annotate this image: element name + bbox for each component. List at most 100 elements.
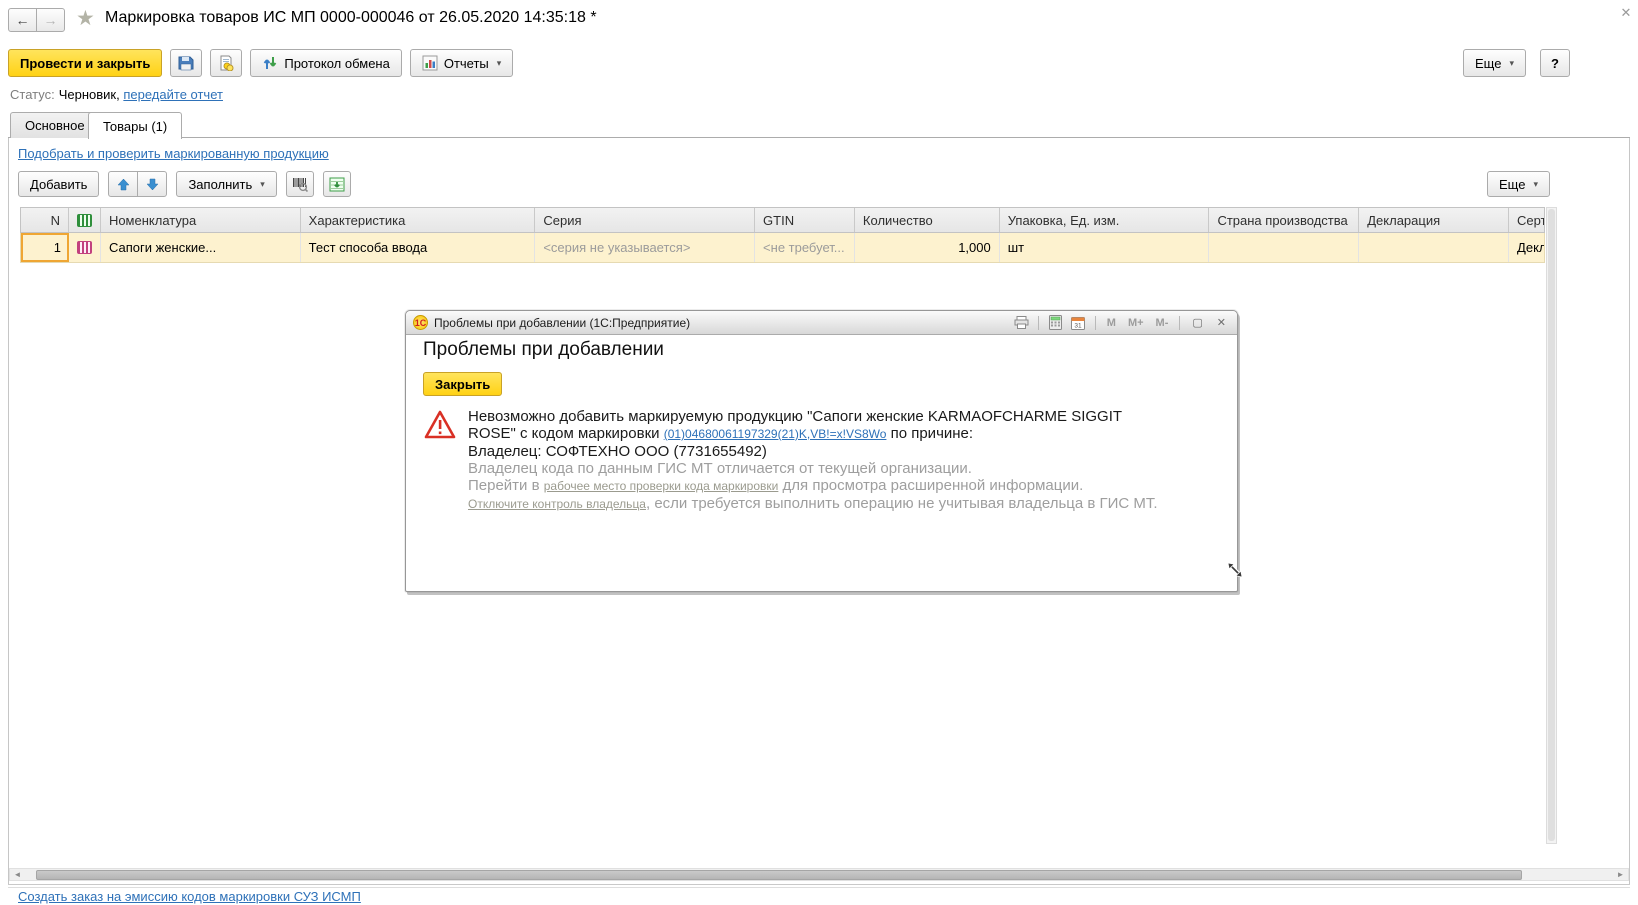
create-emission-order-link[interactable]: Создать заказ на эмиссию кодов маркировк… (18, 889, 361, 904)
post-and-close-button[interactable]: Провести и закрыть (8, 49, 163, 77)
col-header-marking[interactable] (69, 208, 101, 232)
fill-table-button[interactable] (322, 171, 351, 197)
col-header-series[interactable]: Серия (535, 208, 756, 232)
cell-characteristic[interactable]: Тест способа ввода (301, 233, 536, 262)
svg-text:31: 31 (1075, 322, 1083, 329)
barcode-scan-icon (292, 178, 308, 192)
col-header-gtin[interactable]: GTIN (755, 208, 855, 232)
post-document-button[interactable] (210, 49, 243, 77)
history-nav: ← → (8, 8, 65, 32)
cell-marking[interactable] (69, 233, 101, 262)
cell-n[interactable]: 1 (21, 233, 69, 262)
col-header-quantity[interactable]: Количество (855, 208, 1000, 232)
exchange-protocol-button[interactable]: Протокол обмена (250, 49, 402, 77)
goods-table: N Номенклатура Характеристика Серия GTIN… (20, 207, 1545, 263)
print-icon[interactable] (1013, 315, 1030, 330)
cell-certificate[interactable]: Декл (1509, 233, 1544, 262)
col-header-certificate[interactable]: Серт (1509, 208, 1544, 232)
memory-m-plus-button[interactable]: M+ (1125, 317, 1147, 329)
dialog-maximize-icon[interactable]: ▢ (1188, 316, 1206, 329)
chevron-down-icon: ▾ (496, 57, 502, 68)
tab-main[interactable]: Основное (10, 112, 100, 138)
horizontal-scrollbar-thumb[interactable] (36, 870, 1522, 880)
message-line-owner: Владелец: СОФТЕХНО ООО (7731655492) (468, 443, 767, 460)
add-row-button[interactable]: Добавить (18, 171, 100, 197)
calculator-icon[interactable] (1047, 315, 1064, 330)
cell-gtin[interactable]: <не требует... (755, 233, 855, 262)
chevron-down-icon: ▾ (1533, 178, 1538, 189)
page-title: Маркировка товаров ИС МП 0000-000046 от … (105, 9, 597, 26)
main-toolbar: Провести и закрыть Протокол обмена Отчет… (8, 49, 514, 77)
help-button[interactable]: ? (1540, 49, 1570, 77)
cell-declaration[interactable] (1359, 233, 1510, 262)
forward-arrow-icon: → (43, 12, 58, 28)
move-down-button[interactable] (137, 171, 168, 197)
vertical-scrollbar[interactable] (1546, 207, 1557, 844)
dialog-close-button[interactable]: Закрыть (423, 372, 503, 396)
forward-button[interactable]: → (36, 8, 65, 32)
message-line-error: Невозможно добавить маркируемую продукци… (468, 408, 1122, 442)
scroll-left-arrow[interactable]: ◄ (10, 870, 25, 879)
move-up-button[interactable] (108, 171, 139, 197)
warning-triangle-icon (424, 410, 456, 443)
cell-country[interactable] (1209, 233, 1360, 262)
dialog-heading: Проблемы при добавлении (423, 339, 664, 360)
cell-nomenclature[interactable]: Сапоги женские... (101, 233, 301, 262)
exchange-arrows-icon (264, 57, 277, 69)
tab-goods[interactable]: Товары (1) (88, 112, 183, 139)
save-button[interactable] (170, 49, 203, 77)
window-close-icon[interactable]: ✕ (1618, 5, 1634, 21)
exchange-protocol-label: Протокол обмена (284, 55, 390, 71)
problems-dialog: 1С Проблемы при добавлении (1С:Предприят… (405, 310, 1238, 592)
cell-series[interactable]: <серия не указывается> (535, 233, 756, 262)
dialog-close-icon[interactable]: ✕ (1213, 316, 1230, 329)
titlebar-separator (1179, 315, 1181, 330)
favorite-star-icon[interactable]: ★ (76, 6, 95, 31)
message-line-disable: Отключите контроль владельца, если требу… (468, 495, 1158, 512)
message-line-owner-differs: Владелец кода по данным ГИС МТ отличаетс… (468, 460, 972, 477)
fill-button[interactable]: Заполнить ▾ (176, 171, 277, 197)
cell-package[interactable]: шт (1000, 233, 1210, 262)
more-button[interactable]: Еще ▾ (1463, 49, 1526, 77)
col-header-package[interactable]: Упаковка, Ед. изм. (1000, 208, 1210, 232)
col-header-country[interactable]: Страна производства (1209, 208, 1360, 232)
table-more-button[interactable]: Еще ▾ (1487, 171, 1550, 197)
disable-owner-control-link[interactable]: Отключите контроль владельца (468, 497, 646, 511)
table-row[interactable]: 1 Сапоги женские... Тест способа ввода <… (20, 233, 1545, 263)
cell-quantity[interactable]: 1,000 (855, 233, 1000, 262)
arrow-up-icon (117, 178, 130, 190)
message-line-goto: Перейти в рабочее место проверки кода ма… (468, 477, 1084, 494)
memory-m-button[interactable]: M (1104, 317, 1119, 329)
barcode-scan-button[interactable] (285, 171, 314, 197)
col-header-nomenclature[interactable]: Номенклатура (101, 208, 301, 232)
panel-border-bottom (8, 884, 1630, 885)
marking-code-link[interactable]: (01)04680061197329(21)K,VB!=x!VS8Wo (664, 427, 887, 441)
status-label: Статус: (10, 87, 55, 102)
reports-button[interactable]: Отчеты ▾ (409, 49, 514, 77)
pick-and-check-link[interactable]: Подобрать и проверить маркированную прод… (18, 146, 329, 161)
resize-cursor-icon (1226, 561, 1244, 582)
col-header-characteristic[interactable]: Характеристика (301, 208, 536, 232)
section-divider (8, 887, 1630, 888)
vertical-scrollbar-thumb[interactable] (1548, 209, 1555, 841)
table-header-row: N Номенклатура Характеристика Серия GTIN… (20, 207, 1545, 233)
col-header-n[interactable]: N (21, 208, 69, 232)
scroll-right-arrow[interactable]: ► (1613, 870, 1628, 879)
calendar-icon[interactable]: 31 (1070, 315, 1087, 330)
horizontal-scrollbar[interactable]: ◄ ► (9, 868, 1629, 881)
dialog-title: Проблемы при добавлении (1С:Предприятие) (434, 315, 691, 330)
col-header-declaration[interactable]: Декларация (1359, 208, 1510, 232)
arrow-down-icon (146, 178, 159, 190)
back-arrow-icon: ← (15, 12, 30, 28)
chevron-down-icon: ▾ (1509, 57, 1514, 68)
1c-logo-icon: 1С (413, 315, 428, 330)
titlebar-separator (1094, 315, 1096, 330)
back-button[interactable]: ← (8, 8, 37, 32)
send-report-link[interactable]: передайте отчет (123, 87, 223, 102)
panel-border-left (8, 137, 9, 884)
dialog-titlebar[interactable]: 1С Проблемы при добавлении (1С:Предприят… (406, 311, 1237, 335)
panel-border-top (8, 137, 1630, 138)
check-workplace-link[interactable]: рабочее место проверки кода маркировки (544, 479, 779, 493)
memory-m-minus-button[interactable]: M- (1153, 317, 1172, 329)
marking-code-pink-icon (76, 241, 92, 254)
